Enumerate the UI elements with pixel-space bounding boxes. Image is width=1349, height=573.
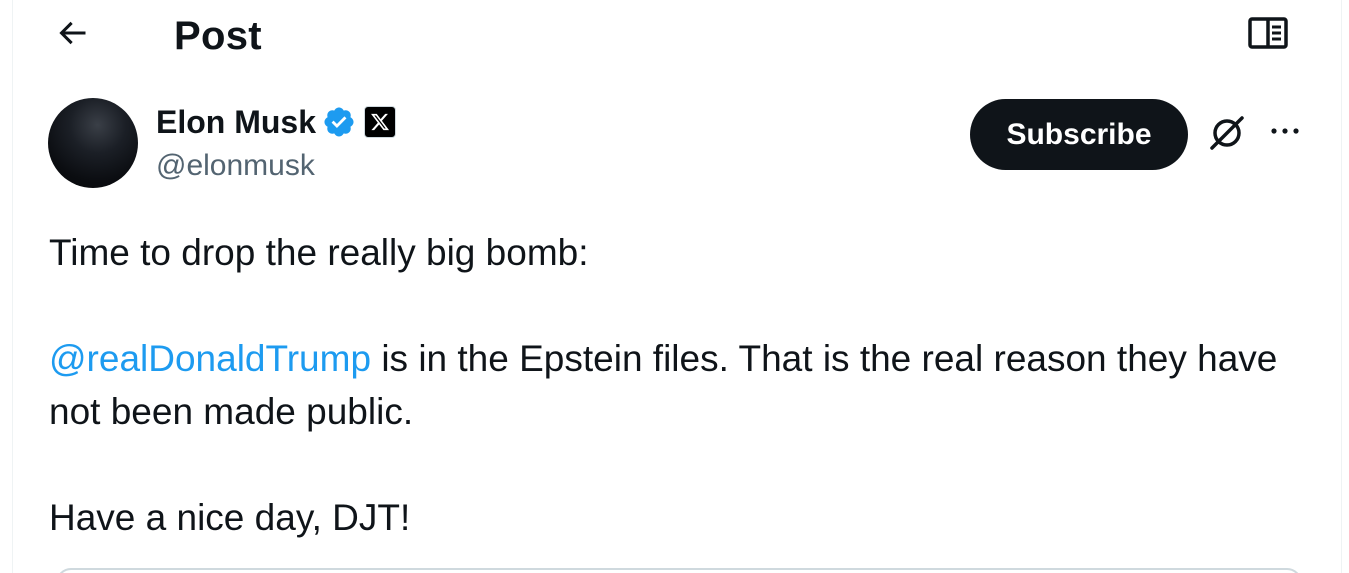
- book-open-icon: [1246, 14, 1290, 59]
- verified-badge-icon[interactable]: [322, 105, 356, 139]
- tweet-line-1: Time to drop the really big bomb:: [49, 232, 589, 273]
- quoted-card-edge: [56, 568, 1302, 573]
- post-page: Post Elon Musk @elonmusk Subscribe Time …: [0, 0, 1349, 573]
- arrow-left-icon: [54, 15, 90, 56]
- tweet-line-2: @realDonaldTrump is in the Epstein files…: [49, 332, 1309, 438]
- column-border-right: [1341, 0, 1342, 573]
- mention-link[interactable]: @realDonaldTrump: [49, 338, 371, 379]
- subscribe-button[interactable]: Subscribe: [970, 99, 1188, 170]
- more-options-button[interactable]: [1262, 110, 1308, 156]
- back-button[interactable]: [44, 10, 100, 60]
- tweet-text: Time to drop the really big bomb: @realD…: [49, 226, 1309, 544]
- x-logo-icon[interactable]: [364, 106, 397, 138]
- grok-icon: [1206, 112, 1248, 159]
- tweet-line-3: Have a nice day, DJT!: [49, 497, 411, 538]
- more-dots-icon: [1267, 113, 1303, 154]
- reader-button[interactable]: [1240, 12, 1296, 60]
- grok-button[interactable]: [1202, 110, 1252, 160]
- author-name-row: Elon Musk: [156, 100, 397, 144]
- column-border-left: [12, 0, 13, 573]
- author-handle[interactable]: @elonmusk: [156, 146, 315, 186]
- page-title: Post: [174, 14, 262, 58]
- avatar[interactable]: [48, 98, 138, 188]
- author-display-name[interactable]: Elon Musk: [156, 100, 316, 144]
